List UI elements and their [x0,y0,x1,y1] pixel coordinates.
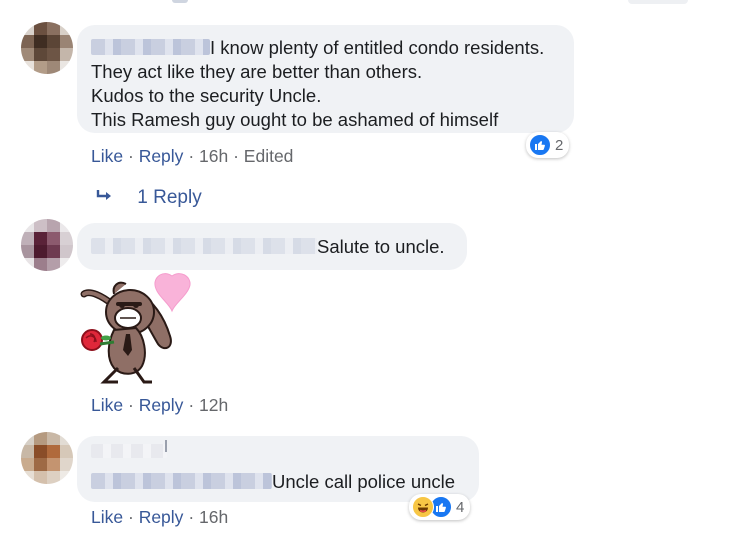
comment-text-line: Kudos to the security Uncle. [91,85,322,106]
commenter-name-redacted[interactable] [91,473,272,489]
avatar[interactable] [21,432,73,484]
separator-dot: · [188,395,195,415]
pixelated-avatar-image [21,22,73,74]
bunny-rose-heart-sticker[interactable] [74,268,198,392]
like-button[interactable]: Like [91,395,123,415]
reply-arrow-icon [96,187,118,209]
comment-bubble: Salute to uncle. [77,223,467,270]
pixelated-avatar-image [21,219,73,271]
avatar[interactable] [21,22,73,74]
comment-bubble: I know plenty of entitled condo resident… [77,25,574,133]
commenter-name-redacted[interactable] [91,39,210,55]
comment-actions: Like · Reply · 16h · Edited [91,146,293,167]
timestamp[interactable]: 12h [199,395,228,415]
comment-actions: Like · Reply · 12h [91,395,228,416]
separator-dot: · [188,507,195,527]
reaction-count: 4 [456,498,465,516]
commenter-name-redacted[interactable] [91,444,167,458]
replies-count-label: 1 Reply [137,187,202,209]
timestamp[interactable]: 16h [199,507,228,527]
reaction-count: 2 [555,136,564,154]
previous-comment-remnant [0,0,752,8]
comment-text-line: I know plenty of entitled condo resident… [210,37,545,58]
haha-reaction-icon [412,496,434,518]
comment-text: Salute to uncle. [317,236,445,257]
reply-button[interactable]: Reply [139,507,184,527]
edited-label[interactable]: Edited [244,146,294,166]
pixelated-avatar-image [21,432,73,484]
like-button[interactable]: Like [91,507,123,527]
avatar[interactable] [21,219,73,271]
separator-dot: · [127,507,134,527]
commenter-name-redacted[interactable] [91,238,317,254]
separator-dot: · [188,146,195,166]
heart-icon [154,273,191,313]
separator-dot: · [127,395,134,415]
view-replies-link[interactable]: 1 Reply [96,187,202,209]
comment-text: Uncle call police uncle [272,471,456,492]
reaction-summary[interactable]: 4 [409,494,471,520]
reaction-summary[interactable]: 2 [526,132,570,158]
comment-actions: Like · Reply · 16h [91,507,228,528]
comment-bubble: Uncle call police uncle [77,436,479,502]
reply-button[interactable]: Reply [139,146,184,166]
like-reaction-icon [529,134,551,156]
timestamp[interactable]: 16h [199,146,228,166]
separator-dot: · [127,146,134,166]
separator-dot: · [233,146,239,166]
comment-text-line: This Ramesh guy ought to be ashamed of h… [91,109,499,130]
like-button[interactable]: Like [91,146,123,166]
comment-text-line: They act like they are better than other… [91,61,423,82]
reply-button[interactable]: Reply [139,395,184,415]
